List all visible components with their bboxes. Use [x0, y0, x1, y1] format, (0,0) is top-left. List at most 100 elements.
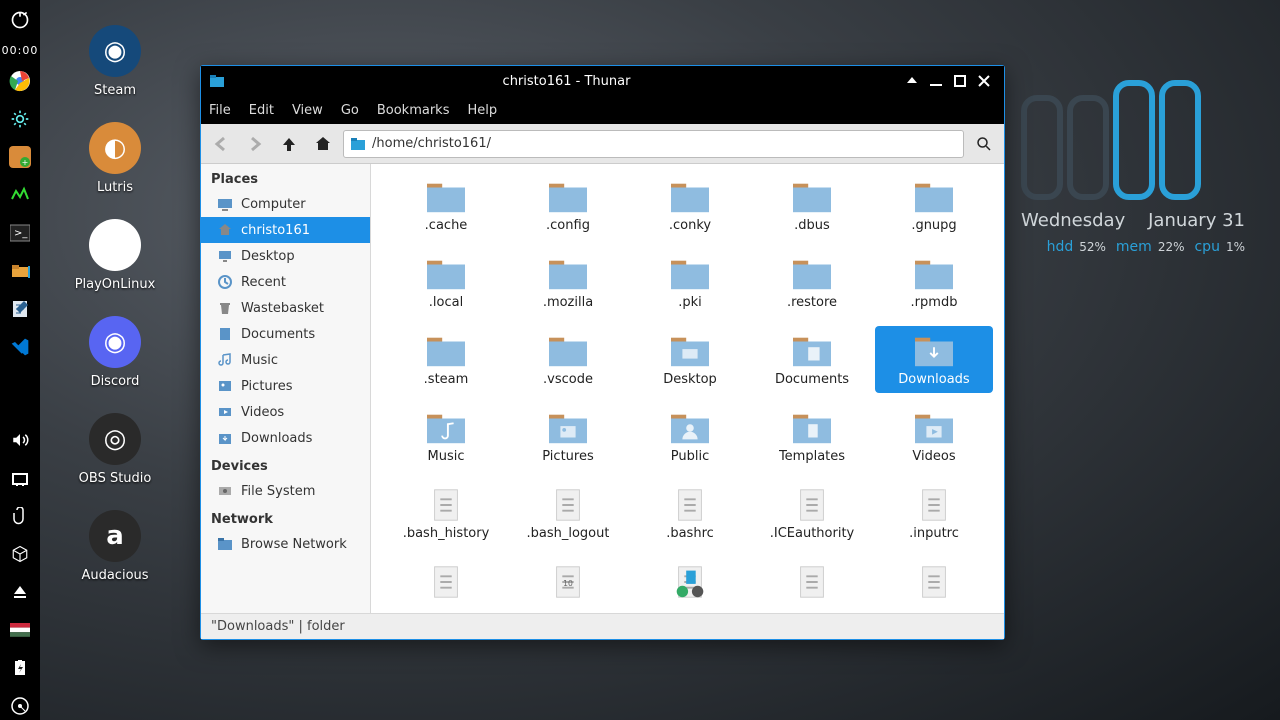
gear-icon[interactable] [6, 105, 34, 133]
file-item[interactable]: .mozilla [509, 249, 627, 316]
minimize-button[interactable] [924, 69, 948, 93]
network-icon[interactable] [6, 464, 34, 492]
sidebar-item-videos[interactable]: Videos [201, 399, 370, 425]
file-item[interactable]: .conky [631, 172, 749, 239]
file-item[interactable]: Public [631, 403, 749, 470]
file-item[interactable]: Downloads [875, 326, 993, 393]
sidebar-item-computer[interactable]: Computer [201, 191, 370, 217]
files-icon[interactable] [6, 257, 34, 285]
svg-text:>_: >_ [14, 228, 28, 239]
desktop-icon-audacious[interactable]: a Audacious [55, 510, 175, 583]
sidebar-item-christo161[interactable]: christo161 [201, 217, 370, 243]
toolbar: /home/christo161/ [201, 124, 1004, 164]
search-button[interactable] [970, 130, 998, 158]
sidebar-item-wastebasket[interactable]: Wastebasket [201, 295, 370, 321]
desktop-icon-playonlinux[interactable]: ✦ PlayOnLinux [55, 219, 175, 292]
titlebar[interactable]: christo161 - Thunar [201, 66, 1004, 96]
file-item[interactable]: .cache [387, 172, 505, 239]
file-item[interactable]: .bash_history [387, 480, 505, 547]
file-item[interactable]: Pictures [509, 403, 627, 470]
file-item[interactable]: Templates [753, 403, 871, 470]
package-icon[interactable] [6, 540, 34, 568]
forward-button[interactable] [241, 130, 269, 158]
battery-icon[interactable] [6, 654, 34, 682]
system-widget: Wednesday January 31 hdd52%mem22%cpu1% [1021, 80, 1245, 255]
dock: 00:00 + >_ [0, 0, 40, 720]
sidebar-item-documents[interactable]: Documents [201, 321, 370, 347]
desktop-icon-discord[interactable]: ◉ Discord [55, 316, 175, 389]
file-item[interactable]: Videos [875, 403, 993, 470]
stat-hdd-value: 52% [1079, 240, 1106, 254]
desktop-icons: ◉ Steam ◐ Lutris ✦ PlayOnLinux ◉ Discord ◎ O… [55, 25, 175, 583]
menu-file[interactable]: File [209, 103, 231, 118]
file-item[interactable]: .rpmdb [875, 249, 993, 316]
home-button[interactable] [309, 130, 337, 158]
maximize-button[interactable] [948, 69, 972, 93]
file-item[interactable]: Documents [753, 326, 871, 393]
file-item[interactable]: .restore [753, 249, 871, 316]
file-item[interactable]: .vscode [509, 326, 627, 393]
file-item[interactable]: Desktop [631, 326, 749, 393]
stat-hdd-label: hdd [1047, 239, 1074, 255]
file-item[interactable]: .config [509, 172, 627, 239]
sidebar-item-file-system[interactable]: File System [201, 478, 370, 504]
menu-edit[interactable]: Edit [249, 103, 274, 118]
terminal-icon[interactable]: >_ [6, 219, 34, 247]
file-item[interactable] [753, 557, 871, 609]
file-item[interactable]: .bashrc [631, 480, 749, 547]
file-manager-window: christo161 - Thunar File Edit View Go Bookma… [200, 65, 1005, 640]
menu-go[interactable]: Go [341, 103, 359, 118]
sidebar-header: Network [201, 504, 370, 531]
menu-help[interactable]: Help [467, 103, 497, 118]
file-item[interactable]: Music [387, 403, 505, 470]
file-item[interactable]: .local [387, 249, 505, 316]
disk-icon[interactable] [6, 692, 34, 720]
rollup-button[interactable] [900, 69, 924, 93]
file-item[interactable]: .bash_logout [509, 480, 627, 547]
monitor-icon[interactable] [6, 181, 34, 209]
sidebar-item-music[interactable]: Music [201, 347, 370, 373]
sidebar-item-downloads[interactable]: Downloads [201, 425, 370, 451]
desktop-icon-lutris[interactable]: ◐ Lutris [55, 122, 175, 195]
widget-clock-rings [1021, 80, 1245, 200]
location-bar[interactable]: /home/christo161/ [343, 130, 964, 158]
statusbar: "Downloads" | folder [201, 613, 1004, 639]
file-item[interactable]: .inputrc [875, 480, 993, 547]
volume-icon[interactable] [6, 426, 34, 454]
close-button[interactable] [972, 69, 996, 93]
app-icon [209, 73, 225, 89]
chrome-icon[interactable] [6, 67, 34, 95]
desktop-icon-steam[interactable]: ◉ Steam [55, 25, 175, 98]
clip-icon[interactable] [6, 502, 34, 530]
file-item[interactable]: .pki [631, 249, 749, 316]
flag-icon[interactable] [6, 616, 34, 644]
file-item[interactable]: .steam [387, 326, 505, 393]
file-item[interactable] [631, 557, 749, 609]
menu-view[interactable]: View [292, 103, 323, 118]
folder-icon [350, 136, 366, 152]
file-item[interactable]: .dbus [753, 172, 871, 239]
menu-bookmarks[interactable]: Bookmarks [377, 103, 450, 118]
icon-view[interactable]: .cache.config.conky.dbus.gnupg .local.moz… [371, 164, 1004, 613]
vscode-icon[interactable] [6, 333, 34, 361]
file-item[interactable] [387, 557, 505, 609]
menubar: File Edit View Go Bookmarks Help [201, 96, 1004, 124]
sidebar-item-browse-network[interactable]: Browse Network [201, 531, 370, 557]
widget-date: January 31 [1148, 210, 1245, 231]
sidebar-item-recent[interactable]: Recent [201, 269, 370, 295]
location-path: /home/christo161/ [372, 136, 491, 151]
up-button[interactable] [275, 130, 303, 158]
file-item[interactable]: 10 [509, 557, 627, 609]
file-item[interactable]: .gnupg [875, 172, 993, 239]
window-title: christo161 - Thunar [233, 74, 900, 89]
desktop-icon-obs[interactable]: ◎ OBS Studio [55, 413, 175, 486]
notes-icon[interactable] [6, 295, 34, 323]
eject-icon[interactable] [6, 578, 34, 606]
file-item[interactable] [875, 557, 993, 609]
logout-icon[interactable] [6, 6, 34, 34]
sidebar-item-pictures[interactable]: Pictures [201, 373, 370, 399]
file-item[interactable]: .ICEauthority [753, 480, 871, 547]
steam-addon-icon[interactable]: + [6, 143, 34, 171]
sidebar-item-desktop[interactable]: Desktop [201, 243, 370, 269]
back-button[interactable] [207, 130, 235, 158]
